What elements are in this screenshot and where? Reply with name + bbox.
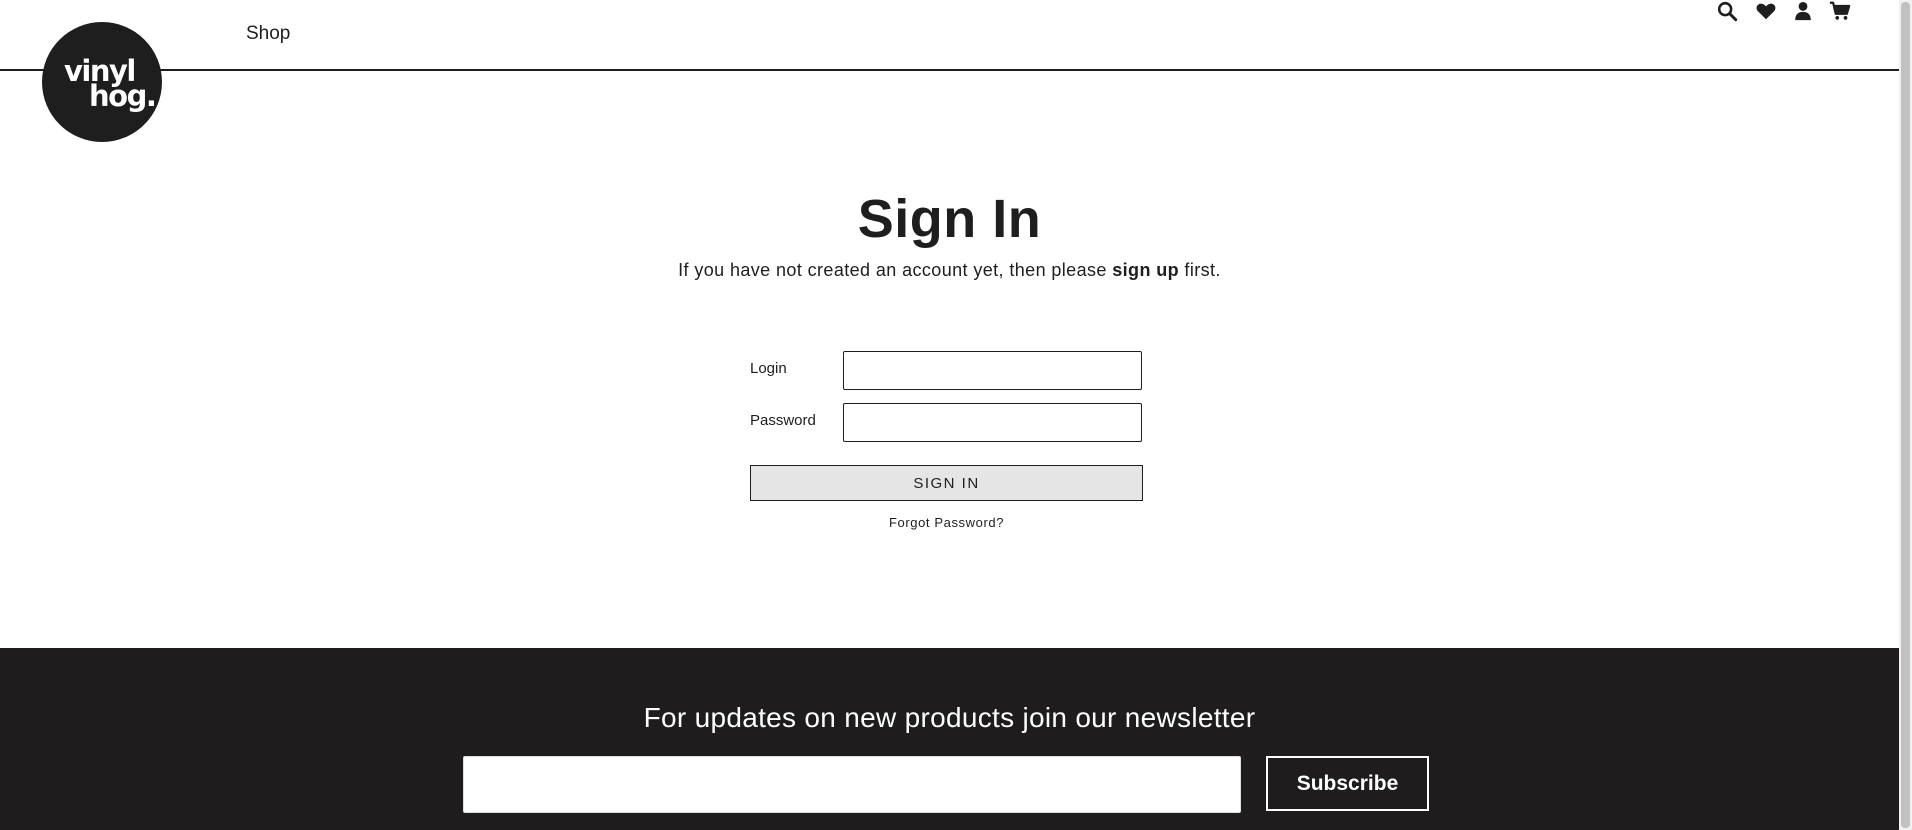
vinyl-hog-logo[interactable]: vinyl hog. bbox=[42, 22, 162, 142]
logo-text-line2: hog. bbox=[89, 79, 157, 113]
signup-prompt: If you have not created an account yet, … bbox=[0, 260, 1899, 281]
password-input[interactable] bbox=[843, 403, 1142, 442]
password-label: Password bbox=[750, 412, 816, 429]
cart-icon[interactable] bbox=[1829, 0, 1851, 22]
newsletter-email-input[interactable] bbox=[463, 756, 1241, 813]
vertical-scrollbar[interactable] bbox=[1899, 0, 1912, 830]
subscribe-button[interactable]: Subscribe bbox=[1266, 756, 1429, 811]
newsletter-footer: For updates on new products join our new… bbox=[0, 648, 1899, 830]
login-input[interactable] bbox=[843, 351, 1142, 390]
scrollbar-thumb[interactable] bbox=[1901, 2, 1910, 828]
heart-icon[interactable] bbox=[1755, 0, 1777, 22]
login-label: Login bbox=[750, 360, 787, 377]
signup-prompt-suffix: first. bbox=[1179, 260, 1221, 280]
page: Shop vinyl hog. Sign In If you have not … bbox=[0, 0, 1912, 830]
page-title: Sign In bbox=[857, 189, 1042, 249]
user-icon[interactable] bbox=[1792, 0, 1814, 22]
forgot-password-link[interactable]: Forgot Password? bbox=[750, 515, 1143, 530]
newsletter-heading: For updates on new products join our new… bbox=[643, 702, 1256, 733]
signup-prompt-prefix: If you have not created an account yet, … bbox=[678, 260, 1113, 280]
site-header: Shop bbox=[0, 0, 1899, 71]
search-icon[interactable] bbox=[1716, 0, 1738, 22]
sign-in-button[interactable]: SIGN IN bbox=[750, 465, 1143, 501]
sign-up-link[interactable]: sign up bbox=[1112, 260, 1179, 280]
nav-shop-link[interactable]: Shop bbox=[246, 23, 290, 45]
